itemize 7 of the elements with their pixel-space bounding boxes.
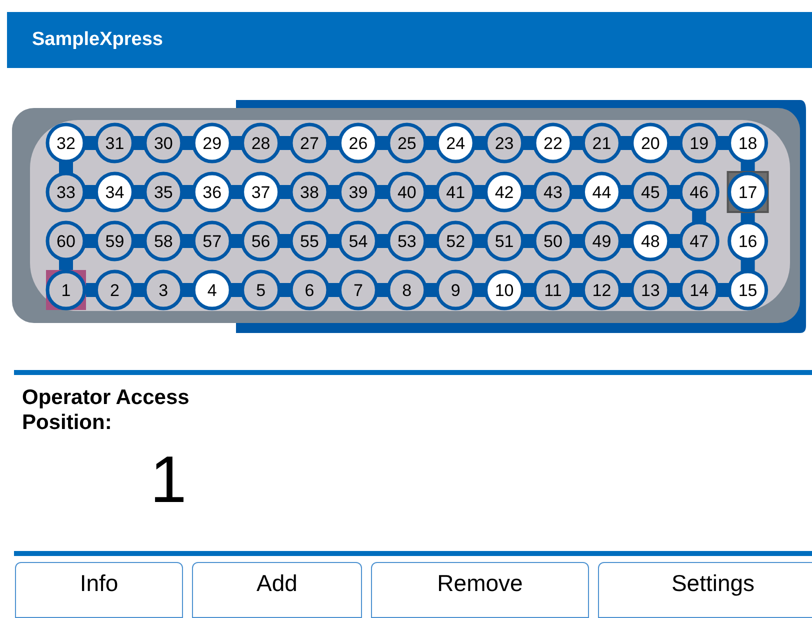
access-position-label: Operator Access Position: <box>22 385 190 435</box>
window-title: SampleXpress <box>32 29 163 51</box>
toolbar-button[interactable]: Add <box>192 562 362 618</box>
toolbar-button[interactable]: Info <box>15 562 183 618</box>
toolbar-button[interactable]: Settings <box>598 562 812 618</box>
access-position-value: 1 <box>150 441 188 517</box>
toolbar-button[interactable]: Remove <box>371 562 589 618</box>
